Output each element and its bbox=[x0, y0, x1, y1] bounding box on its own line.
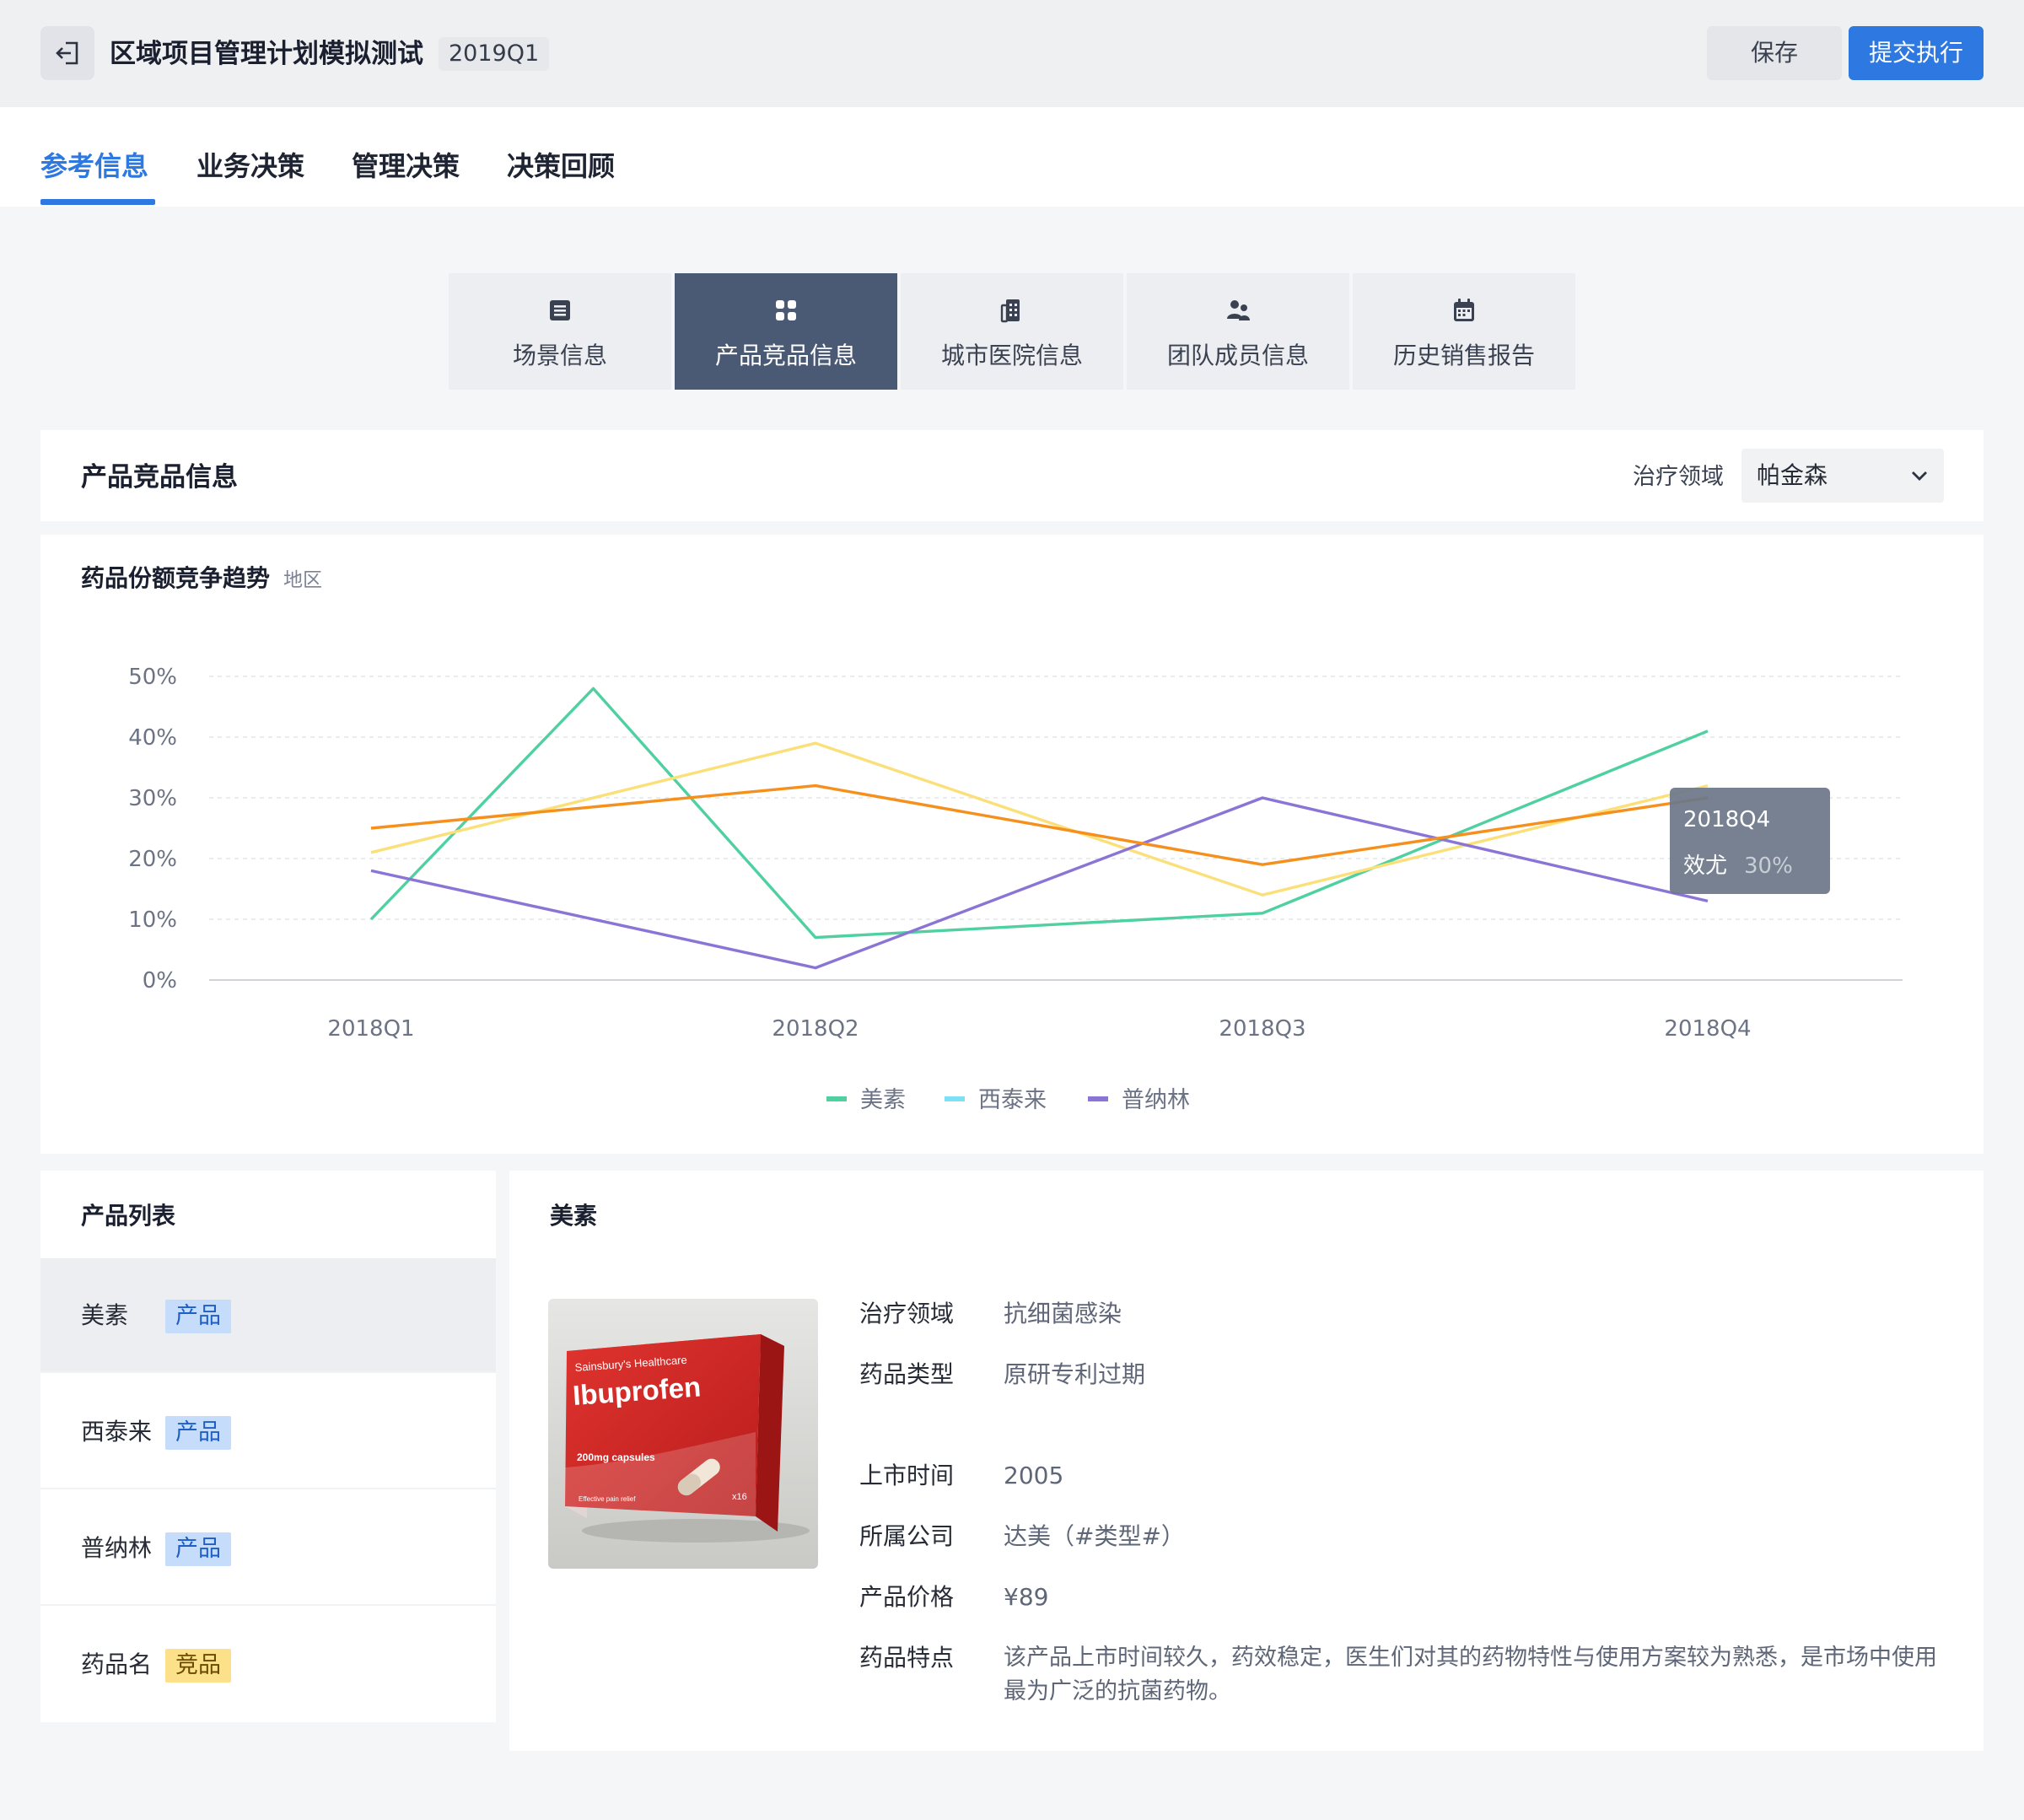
y-tick-label: 40% bbox=[128, 725, 177, 751]
product-count: x16 bbox=[732, 1492, 747, 1502]
chevron-down-icon bbox=[1912, 471, 1927, 481]
segment-team-member-info[interactable]: 团队成员信息 bbox=[1127, 273, 1349, 390]
legend-swatch bbox=[945, 1096, 965, 1101]
segment-label: 场景信息 bbox=[512, 342, 607, 369]
y-tick-label: 10% bbox=[128, 907, 177, 933]
product-name: 美素 bbox=[81, 1301, 129, 1329]
share-trend-chart: 0% 10% 20% 30% 40% 50% 2018Q1 2018Q2 2018Q3 2018Q… bbox=[128, 665, 1903, 1113]
product-name: 药品名 bbox=[81, 1650, 153, 1678]
segment-scenario-info[interactable]: 场景信息 bbox=[449, 273, 671, 390]
tooltip-value: 30% bbox=[1744, 853, 1793, 879]
legend-swatch bbox=[826, 1096, 847, 1101]
x-tick-label: 2018Q2 bbox=[772, 1016, 859, 1042]
product-detail-title: 美素 bbox=[550, 1202, 598, 1230]
drug-type-value: 原研专利过期 bbox=[1004, 1360, 1146, 1388]
legend-label: 西泰来 bbox=[978, 1087, 1047, 1113]
product-badge: 产品 bbox=[165, 1416, 231, 1450]
calendar-icon bbox=[1454, 299, 1474, 321]
therapy-area-select[interactable]: 帕金森 bbox=[1741, 449, 1944, 503]
product-note: Effective pain relief bbox=[579, 1495, 636, 1503]
tab-management-decision[interactable]: 管理决策 bbox=[352, 149, 460, 183]
period-badge: 2019Q1 bbox=[439, 37, 550, 71]
product-badge: 产品 bbox=[165, 1532, 231, 1566]
y-tick-label: 0% bbox=[143, 968, 177, 993]
price-value: ¥89 bbox=[1004, 1583, 1049, 1611]
chart-subtitle: 地区 bbox=[283, 569, 322, 591]
x-tick-label: 2018Q4 bbox=[1664, 1016, 1751, 1042]
tab-decision-review[interactable]: 决策回顾 bbox=[507, 149, 615, 183]
y-tick-label: 50% bbox=[128, 665, 177, 690]
segment-label: 产品竞品信息 bbox=[714, 342, 857, 369]
page-title: 区域项目管理计划模拟测试 bbox=[110, 39, 423, 69]
product-detail: 美素 Sainsbury's Healthcare Ibuprofen 200m… bbox=[509, 1171, 1984, 1751]
share-trend-chart-card: 0% 10% 20% 30% 40% 50% 2018Q1 2018Q2 2018Q3 2018Q… bbox=[40, 535, 1984, 1154]
exit-icon bbox=[56, 41, 78, 65]
chart-title: 药品份额竞争趋势 bbox=[81, 564, 271, 592]
tab-business-decision[interactable]: 业务决策 bbox=[196, 149, 304, 183]
save-button[interactable]: 保存 bbox=[1707, 26, 1842, 80]
segment-city-hospital-info[interactable]: 城市医院信息 bbox=[901, 273, 1123, 390]
segment-label: 城市医院信息 bbox=[940, 342, 1083, 369]
x-tick-label: 2018Q3 bbox=[1219, 1016, 1305, 1042]
product-list-title: 产品列表 bbox=[81, 1202, 176, 1230]
segment-label: 历史销售报告 bbox=[1392, 342, 1535, 369]
series-line bbox=[370, 796, 1709, 970]
segment-sales-history-report[interactable]: 历史销售报告 bbox=[1353, 273, 1575, 390]
product-image: Sainsbury's Healthcare Ibuprofen 200mg c… bbox=[548, 1299, 818, 1569]
features-label: 药品特点 bbox=[859, 1644, 955, 1672]
y-tick-label: 30% bbox=[128, 786, 177, 811]
building-icon bbox=[1000, 299, 1020, 323]
tab-active-indicator bbox=[40, 199, 155, 205]
section-header: 产品竞品信息 治疗领域 帕金森 bbox=[40, 430, 1984, 521]
team-icon bbox=[1227, 300, 1250, 320]
company-value: 达美（#类型#） bbox=[1004, 1522, 1185, 1550]
features-value: 该产品上市时间较久，药效稳定，医生们对其的药物特性与使用方案较为熟悉，是市场中使… bbox=[1004, 1645, 1937, 1704]
section-title: 产品竞品信息 bbox=[81, 462, 238, 493]
list-item[interactable]: 美素 产品 bbox=[40, 1258, 496, 1373]
segment-label: 团队成员信息 bbox=[1166, 342, 1309, 369]
y-tick-label: 20% bbox=[128, 847, 177, 872]
list-item[interactable]: 药品名 竞品 bbox=[40, 1607, 496, 1722]
legend-label: 普纳林 bbox=[1122, 1087, 1190, 1113]
series-line bbox=[369, 687, 1709, 940]
price-label: 产品价格 bbox=[859, 1583, 955, 1611]
segment-product-competitor-info[interactable]: 产品竞品信息 bbox=[675, 273, 897, 390]
top-bar: 区域项目管理计划模拟测试 2019Q1 保存 提交执行 bbox=[0, 0, 2024, 107]
tooltip-series: 效尤 bbox=[1683, 853, 1727, 879]
product-name: 西泰来 bbox=[81, 1418, 153, 1446]
product-list: 产品列表 美素 产品 西泰来 产品 普纳林 产品 药品名 竞品 bbox=[40, 1171, 496, 1722]
launch-year-label: 上市时间 bbox=[859, 1462, 955, 1489]
grid-icon bbox=[776, 300, 796, 320]
submit-button[interactable]: 提交执行 bbox=[1849, 26, 1984, 80]
legend-swatch bbox=[1088, 1096, 1108, 1101]
launch-year-value: 2005 bbox=[1004, 1462, 1064, 1489]
list-icon bbox=[550, 300, 570, 320]
drug-type-label: 药品类型 bbox=[859, 1360, 955, 1388]
product-dose: 200mg capsules bbox=[577, 1451, 655, 1463]
therapy-area-value: 帕金森 bbox=[1757, 461, 1828, 489]
company-label: 所属公司 bbox=[859, 1522, 955, 1550]
tab-reference-info[interactable]: 参考信息 bbox=[40, 149, 148, 183]
therapy-area-value: 抗细菌感染 bbox=[1004, 1300, 1122, 1327]
series-line bbox=[370, 741, 1709, 897]
product-name: 普纳林 bbox=[81, 1534, 153, 1562]
main-tabs: 参考信息 业务决策 管理决策 决策回顾 bbox=[0, 107, 2024, 207]
exit-button[interactable] bbox=[40, 26, 94, 80]
therapy-area-label: 治疗领域 bbox=[1633, 464, 1724, 490]
list-item[interactable]: 普纳林 产品 bbox=[40, 1491, 496, 1606]
competitor-badge: 竞品 bbox=[165, 1649, 231, 1683]
list-item[interactable]: 西泰来 产品 bbox=[40, 1375, 496, 1489]
legend-label: 美素 bbox=[860, 1087, 906, 1113]
x-tick-label: 2018Q1 bbox=[327, 1016, 414, 1042]
product-badge: 产品 bbox=[165, 1300, 231, 1333]
therapy-area-label: 治疗领域 bbox=[859, 1300, 955, 1327]
tooltip-title: 2018Q4 bbox=[1683, 807, 1770, 832]
